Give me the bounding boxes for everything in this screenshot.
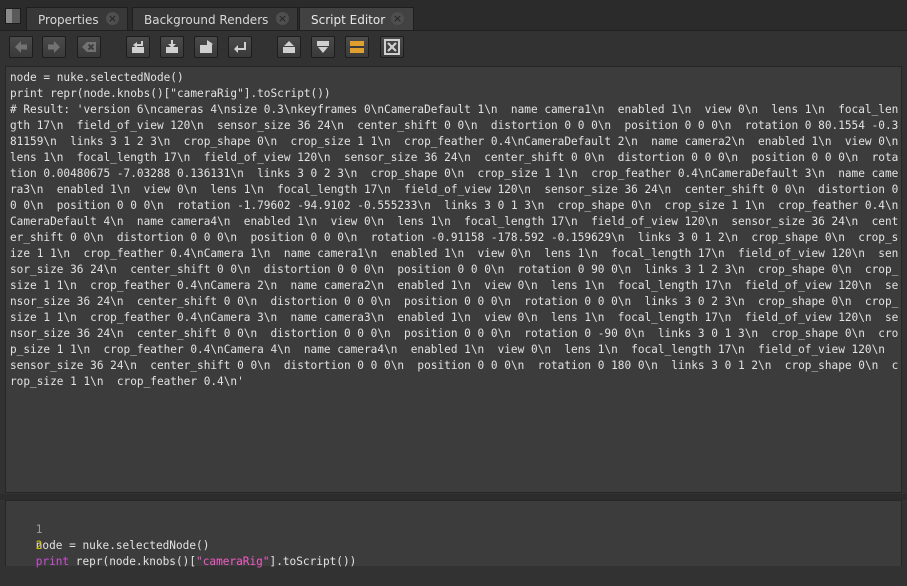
clear-history-icon xyxy=(82,42,96,52)
script-editor-toolbar xyxy=(0,31,907,62)
code-string: "cameraRig" xyxy=(196,555,270,568)
code-text: repr(node.knobs()[ xyxy=(69,555,197,568)
show-input-only-button[interactable] xyxy=(277,36,301,58)
show-both-icon xyxy=(350,41,364,53)
tab-label: Background Renders xyxy=(144,13,269,27)
next-script-icon xyxy=(48,41,60,53)
clear-output-icon xyxy=(384,39,400,55)
source-script-button[interactable] xyxy=(126,36,150,58)
script-output-pane[interactable]: node = nuke.selectedNode() print repr(no… xyxy=(5,66,902,493)
clear-history-button[interactable] xyxy=(77,36,101,58)
tab-script-editor[interactable]: Script Editor × xyxy=(299,7,414,30)
previous-script-button[interactable] xyxy=(9,36,33,58)
tab-label: Script Editor xyxy=(311,13,386,27)
script-input-editor[interactable]: 1 node = nuke.selectedNode() 2 print rep… xyxy=(5,500,902,568)
code-line-2: 2 print repr(node.knobs()["cameraRig"].t… xyxy=(9,522,357,586)
show-both-button[interactable] xyxy=(345,36,369,58)
pane-menu-icon[interactable] xyxy=(5,8,21,24)
source-script-icon xyxy=(132,41,144,53)
tab-properties[interactable]: Properties × xyxy=(26,7,128,30)
close-icon[interactable]: × xyxy=(106,12,119,25)
line-number: 2 xyxy=(35,539,43,552)
show-input-only-icon xyxy=(283,41,295,53)
previous-script-icon xyxy=(15,41,27,53)
tab-background-renders[interactable]: Background Renders × xyxy=(132,7,298,30)
show-output-only-button[interactable] xyxy=(311,36,335,58)
load-script-icon xyxy=(166,40,178,53)
run-script-icon xyxy=(234,42,246,53)
close-icon[interactable]: × xyxy=(391,12,404,25)
clear-output-button[interactable] xyxy=(380,36,404,58)
script-output-text: node = nuke.selectedNode() print repr(no… xyxy=(10,71,899,388)
close-icon[interactable]: × xyxy=(276,12,289,25)
next-script-button[interactable] xyxy=(42,36,66,58)
show-output-only-icon xyxy=(317,41,329,53)
tab-label: Properties xyxy=(38,13,99,27)
code-text: ].toScript()) xyxy=(269,555,357,568)
load-script-button[interactable] xyxy=(160,36,184,58)
tab-bar: Properties × Background Renders × Script… xyxy=(0,0,907,31)
code-keyword: print xyxy=(35,555,70,568)
run-script-button[interactable] xyxy=(228,36,252,58)
save-script-icon xyxy=(200,40,213,53)
save-script-button[interactable] xyxy=(194,36,218,58)
